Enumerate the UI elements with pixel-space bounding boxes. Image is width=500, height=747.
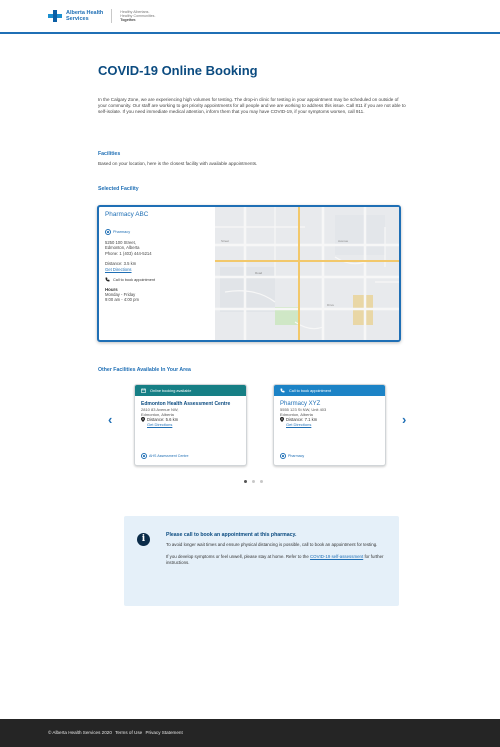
pharmacy-icon bbox=[280, 453, 286, 459]
footer-links: © Alberta Health Services 2020 Terms of … bbox=[48, 730, 185, 735]
ahs-logo[interactable]: Alberta Health Services Healthy Albertan… bbox=[48, 9, 155, 23]
carousel-dot[interactable] bbox=[244, 480, 247, 483]
map-graphic: Street Avenue Road Drive bbox=[215, 207, 399, 340]
card-directions-link[interactable]: Get Directions bbox=[141, 422, 240, 427]
svg-text:Road: Road bbox=[255, 271, 263, 275]
svg-text:Drive: Drive bbox=[327, 303, 334, 307]
card-band: Call to book appointment bbox=[274, 385, 385, 396]
other-facilities-heading: Other Facilities Available In Your Area bbox=[98, 367, 191, 373]
facility-info: Pharmacy ABC Pharmacy 5250 100 Street, E… bbox=[105, 211, 213, 303]
assessment-centre-icon bbox=[141, 453, 147, 459]
cross-logo-icon bbox=[48, 10, 62, 22]
notice-text-symptoms: If you develop symptoms or feel unwell, … bbox=[166, 554, 384, 565]
self-assessment-link[interactable]: COVID-19 self-assessment bbox=[310, 554, 363, 559]
card-body: Pharmacy XYZ 5555 123 St NW, Unit 403 Ed… bbox=[274, 396, 385, 432]
selected-facility-card: Pharmacy ABC Pharmacy 5250 100 Street, E… bbox=[97, 205, 401, 342]
card-type-badge: Pharmacy bbox=[280, 453, 304, 459]
logo-text: Alberta Health Services bbox=[66, 10, 104, 22]
info-icon: i bbox=[137, 533, 150, 546]
carousel-dot[interactable] bbox=[252, 480, 255, 483]
carousel-prev-button[interactable]: ‹ bbox=[108, 412, 112, 427]
card-band: Online booking available bbox=[135, 385, 246, 396]
selected-facility-heading: Selected Facility bbox=[98, 186, 139, 192]
facility-name: Pharmacy ABC bbox=[105, 211, 149, 218]
facilities-heading: Facilities bbox=[98, 151, 121, 157]
notice-title: Please call to book an appointment at th… bbox=[166, 532, 297, 538]
facilities-text: Based on your location, here is the clos… bbox=[98, 161, 258, 166]
footer-copyright: © Alberta Health Services 2020 bbox=[48, 730, 112, 735]
svg-text:Street: Street bbox=[221, 239, 229, 243]
notice-body: Please call to book an appointment at th… bbox=[166, 532, 384, 566]
card-directions-link[interactable]: Get Directions bbox=[280, 422, 379, 427]
calendar-icon bbox=[141, 388, 146, 393]
facility-card[interactable]: Call to book appointment Pharmacy XYZ 55… bbox=[273, 384, 386, 466]
info-notice: i Please call to book an appointment at … bbox=[124, 516, 399, 606]
site-header: Alberta Health Services Healthy Albertan… bbox=[0, 0, 500, 34]
logo-tagline: Healthy Albertans. Healthy Communities. … bbox=[120, 9, 156, 23]
footer-privacy-link[interactable]: Privacy Statement bbox=[145, 730, 182, 735]
page-title: COVID-19 Online Booking bbox=[98, 63, 258, 78]
site-footer: © Alberta Health Services 2020 Terms of … bbox=[0, 719, 500, 747]
facility-map[interactable]: Street Avenue Road Drive bbox=[215, 207, 399, 340]
location-pin-icon bbox=[141, 417, 145, 423]
card-type-badge: AHS Assessment Centre bbox=[141, 453, 189, 459]
hours-time: 9:00 am - 4:00 pm bbox=[105, 297, 139, 303]
carousel-next-button[interactable]: › bbox=[402, 412, 406, 427]
phone-icon bbox=[280, 388, 285, 393]
logo-divider bbox=[111, 9, 113, 23]
facility-type-badge: Pharmacy bbox=[105, 229, 130, 235]
card-body: Edmonton Health Assessment Centre 2810 8… bbox=[135, 396, 246, 432]
carousel-pagination bbox=[244, 480, 268, 483]
location-pin-icon bbox=[280, 417, 284, 423]
intro-text: In the Calgary Zone, we are experiencing… bbox=[98, 97, 406, 115]
notice-text: To avoid longer wait times and ensure ph… bbox=[166, 542, 378, 547]
facility-card[interactable]: Online booking available Edmonton Health… bbox=[134, 384, 247, 466]
footer-terms-link[interactable]: Terms of Use bbox=[115, 730, 142, 735]
pharmacy-icon bbox=[105, 229, 111, 235]
phone-icon bbox=[105, 277, 110, 282]
carousel-dot[interactable] bbox=[260, 480, 263, 483]
svg-text:Avenue: Avenue bbox=[338, 239, 348, 243]
